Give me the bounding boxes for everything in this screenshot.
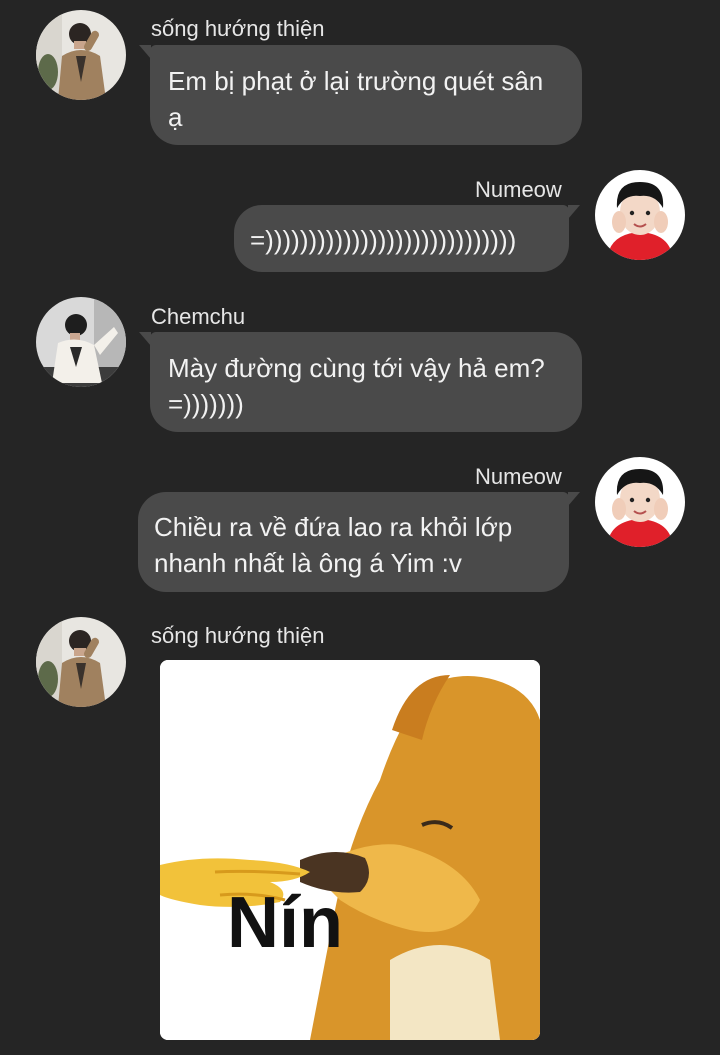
avatar-song-huong-thien[interactable] <box>36 617 126 707</box>
message-bubble[interactable]: Em bị phạt ở lại trường quét sân ạ <box>139 45 582 145</box>
message-bubble[interactable]: Chiều ra về đứa lao ra khỏi lớp nhanh nh… <box>138 492 580 592</box>
avatar-numeow[interactable] <box>595 457 685 547</box>
avatar-chemchu[interactable] <box>36 297 126 387</box>
sticker-caption: Nín <box>227 883 343 963</box>
message-text: =))))))))))))))))))))))))))))) <box>250 225 517 255</box>
sender-name: Chemchu <box>151 304 246 329</box>
shiba-dog-sticker-illustration <box>160 660 540 1040</box>
message-bubble[interactable]: Mày đường cùng tới vậy hả em? =))))))) <box>139 332 582 432</box>
sender-name: Numeow <box>475 177 562 202</box>
sender-name: Numeow <box>475 464 562 489</box>
avatar-song-huong-thien[interactable] <box>36 10 126 100</box>
message-text: =))))))) <box>168 389 244 419</box>
message-bubble[interactable]: =))))))))))))))))))))))))))))) <box>234 205 580 272</box>
sender-name: sống hướng thiện <box>151 16 325 41</box>
message-text: nhanh nhất là ông á Yim :v <box>154 548 462 578</box>
sticker-image[interactable]: Nín <box>160 660 540 1040</box>
avatar-numeow[interactable] <box>595 170 685 260</box>
message-text: Chiều ra về đứa lao ra khỏi lớp <box>154 512 513 542</box>
message-text: Mày đường cùng tới vậy hả em? <box>168 353 545 383</box>
message-text: Em bị phạt ở lại trường quét sân <box>168 66 544 96</box>
chat-thread[interactable]: sống hướng thiện Em bị phạt ở lại trường… <box>0 0 720 1055</box>
sender-name: sống hướng thiện <box>151 623 325 648</box>
message-text: ạ <box>168 102 183 132</box>
